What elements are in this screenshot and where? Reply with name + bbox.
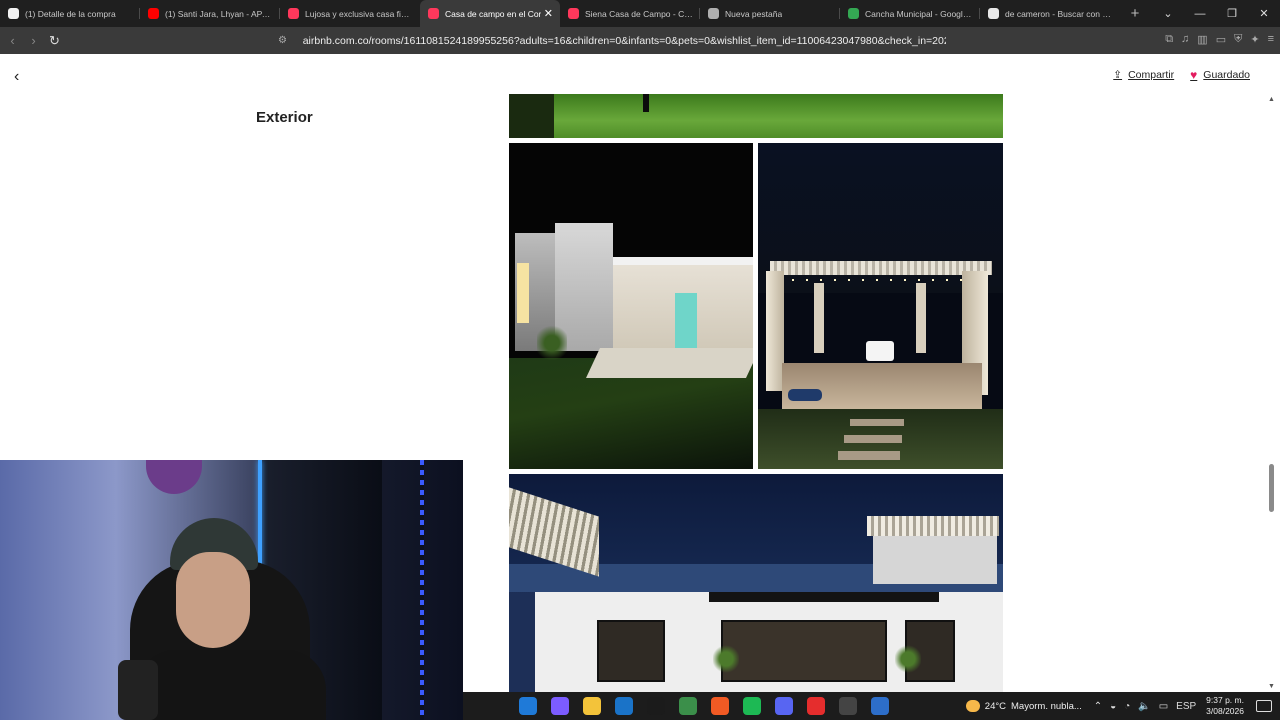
back-arrow-icon[interactable]: ‹ bbox=[2, 33, 23, 48]
share-icon: ⇪ bbox=[1113, 69, 1123, 81]
wallet-icon[interactable]: ▭ bbox=[1216, 33, 1226, 46]
weather-icon bbox=[965, 700, 980, 712]
spotify-icon[interactable] bbox=[743, 697, 761, 715]
tab-lujosa-casa-finca[interactable]: Lujosa y exclusiva casa finca - bbox=[280, 0, 420, 27]
tab-youtube[interactable]: (1) Santi Jara, Lhyan - APAREN bbox=[140, 0, 280, 27]
site-info-icon[interactable]: ⚙ bbox=[278, 35, 291, 46]
saved-button[interactable]: ♥ Guardado bbox=[1190, 68, 1250, 82]
tab-title: Siena Casa de Campo - Casa fi bbox=[585, 8, 693, 19]
tab-title: Lujosa y exclusiva casa finca - bbox=[305, 8, 413, 19]
wifi-icon[interactable]: ◔ bbox=[1124, 701, 1130, 712]
chrome-icon[interactable] bbox=[679, 697, 697, 715]
media-controls-icon[interactable]: ♫ bbox=[1181, 33, 1189, 46]
tab-title: (1) Santi Jara, Lhyan - APAREN bbox=[165, 8, 273, 19]
new-tab-button[interactable]: + bbox=[1120, 5, 1150, 22]
outlook-icon[interactable] bbox=[615, 697, 633, 715]
tab-google-search[interactable]: de cameron - Buscar con Goo bbox=[980, 0, 1120, 27]
calculator-icon[interactable] bbox=[871, 697, 889, 715]
saved-label: Guardado bbox=[1203, 69, 1250, 81]
edge-icon[interactable] bbox=[519, 697, 537, 715]
youtube-icon bbox=[148, 8, 159, 19]
sidebar-icon[interactable]: ▥ bbox=[1197, 33, 1207, 46]
tray-chevron-icon[interactable]: ⌃ bbox=[1094, 701, 1102, 712]
notifications-icon[interactable] bbox=[1256, 700, 1272, 712]
weather-desc: Mayorm. nubla... bbox=[1011, 700, 1082, 712]
tab-title: (1) Detalle de la compra bbox=[25, 8, 116, 19]
brave-icon[interactable] bbox=[711, 697, 729, 715]
airbnb-icon bbox=[568, 8, 579, 19]
maximize-icon[interactable]: ❐ bbox=[1216, 7, 1248, 20]
clock-time: 9:37 p. m. bbox=[1206, 695, 1244, 705]
clock-date: 3/08/2026 bbox=[1206, 706, 1244, 716]
language-indicator[interactable]: ESP bbox=[1176, 701, 1196, 712]
google-maps-icon bbox=[848, 8, 859, 19]
tab-casa-de-campo-active[interactable]: Casa de campo en el Cor ✕ bbox=[420, 0, 560, 27]
close-tab-icon[interactable]: ✕ bbox=[544, 7, 553, 20]
forward-arrow-icon[interactable]: › bbox=[23, 33, 44, 48]
copilot-icon[interactable] bbox=[551, 697, 569, 715]
scroll-down-arrow-icon[interactable]: ▼ bbox=[1268, 683, 1275, 690]
browser-tab-strip: (1) Detalle de la compra (1) Santi Jara,… bbox=[0, 0, 1280, 27]
tab-siena-casa-campo[interactable]: Siena Casa de Campo - Casa fi bbox=[560, 0, 700, 27]
tab-search-chevron-icon[interactable]: ⌄ bbox=[1152, 7, 1184, 20]
page-scrollbar[interactable]: ▲ ▼ bbox=[1264, 94, 1280, 692]
share-button[interactable]: ⇪ Compartir bbox=[1113, 68, 1174, 82]
tab-title: Nueva pestaña bbox=[725, 8, 783, 19]
photo-house-night[interactable] bbox=[509, 143, 753, 469]
scroll-up-arrow-icon[interactable]: ▲ bbox=[1268, 96, 1275, 103]
calculator-app-icon[interactable] bbox=[647, 697, 665, 715]
photo-pergola-night[interactable] bbox=[758, 143, 1003, 469]
tab-title: Cancha Municipal - Google M bbox=[865, 8, 973, 19]
media-app-icon[interactable] bbox=[807, 697, 825, 715]
tab-title: de cameron - Buscar con Goo bbox=[1005, 8, 1113, 19]
airbnb-icon bbox=[288, 8, 299, 19]
back-chevron-icon[interactable]: ‹ bbox=[14, 68, 19, 86]
share-label: Compartir bbox=[1128, 69, 1175, 81]
tab-title: Casa de campo en el Cor bbox=[445, 8, 542, 19]
network-icon[interactable]: ◒ bbox=[1110, 701, 1116, 712]
minimize-icon[interactable]: — bbox=[1184, 8, 1216, 20]
extensions-icon[interactable]: ⧉ bbox=[1165, 33, 1173, 46]
section-title: Exterior bbox=[256, 109, 313, 126]
reload-icon[interactable]: ↻ bbox=[44, 33, 65, 49]
tab-google-maps[interactable]: Cancha Municipal - Google M bbox=[840, 0, 980, 27]
vpn-icon[interactable]: ⛨ bbox=[1234, 33, 1242, 46]
tab-favicon bbox=[8, 8, 19, 19]
brave-shield-icon bbox=[708, 8, 719, 19]
tab-nueva-pestana[interactable]: Nueva pestaña bbox=[700, 0, 840, 27]
weather-temp: 24°C bbox=[984, 700, 1007, 712]
url-text: airbnb.com.co/rooms/1611081524189955256?… bbox=[302, 34, 946, 47]
menu-icon[interactable]: ≡ bbox=[1268, 33, 1274, 46]
battery-icon[interactable]: ▭ bbox=[1159, 701, 1168, 712]
file-explorer-icon[interactable] bbox=[583, 697, 601, 715]
scrollbar-thumb[interactable] bbox=[1269, 464, 1274, 512]
volume-icon[interactable]: 🔈 bbox=[1138, 701, 1150, 712]
heart-icon: ♥ bbox=[1190, 68, 1198, 82]
tab-detalle-compra[interactable]: (1) Detalle de la compra bbox=[0, 0, 140, 27]
leo-ai-icon[interactable]: ✦ bbox=[1250, 33, 1259, 46]
airbnb-icon bbox=[428, 8, 439, 19]
browser-toolbar: ‹ › ↻ ⚙ airbnb.com.co/rooms/161108152418… bbox=[0, 27, 1280, 76]
windows-taskbar: 24°C Mayorm. nubla... ⌃ ◒ ◔ 🔈 ▭ ESP 9:37… bbox=[463, 692, 1280, 720]
google-icon bbox=[988, 8, 999, 19]
clock[interactable]: 9:37 p. m. 3/08/2026 bbox=[1206, 695, 1244, 717]
webcam-overlay bbox=[0, 460, 463, 720]
photo-house-front-night[interactable] bbox=[509, 474, 1003, 692]
address-bar[interactable]: ⚙ airbnb.com.co/rooms/161108152418995525… bbox=[278, 30, 946, 51]
close-window-icon[interactable]: ✕ bbox=[1248, 7, 1280, 20]
weather-widget[interactable]: 24°C Mayorm. nubla... bbox=[965, 700, 1082, 712]
settings-icon[interactable] bbox=[839, 697, 857, 715]
discord-icon[interactable] bbox=[775, 697, 793, 715]
photo-lawn[interactable] bbox=[509, 94, 1003, 138]
